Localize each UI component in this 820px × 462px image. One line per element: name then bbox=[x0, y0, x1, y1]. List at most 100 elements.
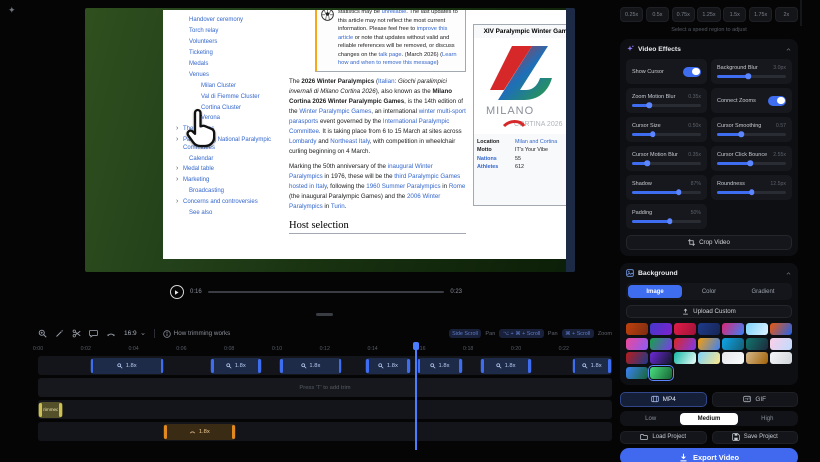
wallpaper-thumbnail[interactable] bbox=[626, 352, 648, 364]
wallpaper-thumbnail[interactable] bbox=[674, 352, 696, 364]
wallpaper-thumbnail[interactable] bbox=[698, 352, 720, 364]
slider-knob[interactable] bbox=[667, 218, 673, 224]
slider-knob[interactable] bbox=[676, 189, 682, 195]
chevron-up-icon[interactable] bbox=[785, 47, 792, 52]
wallpaper-thumbnail[interactable] bbox=[770, 323, 792, 335]
segment-handle-left[interactable] bbox=[211, 358, 214, 373]
zoom-in-icon[interactable] bbox=[38, 329, 47, 338]
wallpaper-thumbnail[interactable] bbox=[746, 352, 768, 364]
toggle-switch[interactable] bbox=[683, 66, 701, 77]
segment-handle-right[interactable] bbox=[608, 358, 611, 373]
zoom-segment[interactable]: 1.8x bbox=[571, 357, 612, 374]
slider-knob[interactable] bbox=[649, 131, 656, 137]
segment-handle-left[interactable] bbox=[164, 424, 167, 439]
speed-option-button[interactable]: 1.25x bbox=[697, 7, 721, 22]
wallpaper-thumbnail[interactable] bbox=[770, 352, 792, 364]
speed-option-button[interactable]: 2x bbox=[774, 7, 798, 22]
wallpaper-thumbnail[interactable] bbox=[626, 337, 648, 350]
slider-knob[interactable] bbox=[646, 102, 652, 108]
effect-slider[interactable] bbox=[632, 131, 701, 137]
video-preview[interactable]: Handover ceremony Torch relay Volunteers Ti… bbox=[85, 8, 575, 272]
segment-handle-left[interactable] bbox=[480, 358, 484, 373]
zoom-region-icon[interactable] bbox=[106, 330, 116, 338]
trim-track[interactable]: Press 'T' to add trim bbox=[38, 378, 612, 397]
speed-option-button[interactable]: 1.75x bbox=[748, 7, 773, 22]
clip-track[interactable]: trimmed bbox=[38, 400, 612, 419]
wallpaper-thumbnail[interactable] bbox=[650, 352, 672, 364]
slider-knob[interactable] bbox=[738, 131, 744, 137]
effect-slider[interactable] bbox=[632, 102, 701, 108]
effect-slider[interactable] bbox=[632, 218, 701, 224]
segment-handle-right[interactable] bbox=[407, 358, 411, 373]
background-tab-image[interactable]: Image bbox=[628, 285, 682, 298]
background-tab-color[interactable]: Color bbox=[682, 285, 736, 298]
format-mp4-button[interactable]: MP4 bbox=[620, 391, 707, 407]
zoom-track[interactable]: 1.8x 1.8x 1.8x 1.8x 1.8x 1.8x 1.8x bbox=[38, 356, 612, 375]
segment-handle-right[interactable] bbox=[528, 358, 531, 373]
speed-segment[interactable]: 1.8x bbox=[163, 423, 237, 440]
segment-handle-left[interactable] bbox=[90, 358, 94, 373]
effect-slider[interactable] bbox=[632, 160, 701, 166]
chevron-up-icon[interactable] bbox=[785, 271, 792, 276]
wallpaper-thumbnail[interactable] bbox=[770, 337, 792, 350]
upload-custom-button[interactable]: Upload Custom bbox=[626, 305, 792, 318]
wallpaper-thumbnail[interactable] bbox=[698, 337, 720, 350]
segment-handle-right[interactable] bbox=[258, 358, 261, 373]
speed-option-button[interactable]: 1.5x bbox=[723, 7, 747, 22]
segment-handle-right[interactable] bbox=[232, 424, 236, 439]
preview-scrollbar[interactable] bbox=[316, 313, 333, 316]
scissors-icon[interactable] bbox=[72, 329, 81, 338]
effect-slider[interactable] bbox=[717, 189, 786, 195]
segment-handle-left[interactable] bbox=[366, 358, 369, 373]
wallpaper-thumbnail[interactable] bbox=[674, 323, 696, 335]
effect-slider[interactable] bbox=[632, 189, 701, 195]
wallpaper-thumbnail[interactable] bbox=[698, 323, 720, 335]
effect-slider[interactable] bbox=[717, 73, 786, 79]
zoom-segment[interactable]: 1.8x bbox=[479, 357, 532, 374]
toggle-switch[interactable] bbox=[768, 95, 786, 106]
segment-handle-left[interactable] bbox=[572, 358, 576, 373]
effect-slider[interactable] bbox=[717, 160, 786, 166]
app-logo-icon[interactable]: ✦ bbox=[8, 5, 16, 16]
segment-handle-left[interactable] bbox=[280, 358, 283, 373]
wallpaper-thumbnail[interactable] bbox=[626, 323, 648, 335]
wand-icon[interactable] bbox=[55, 329, 64, 338]
save-project-button[interactable]: Save Project bbox=[711, 430, 798, 444]
window-scrollbar[interactable] bbox=[800, 0, 802, 26]
segment-handle-left[interactable] bbox=[39, 402, 42, 417]
zoom-segment[interactable]: 1.8x bbox=[365, 357, 412, 374]
wallpaper-thumbnail[interactable] bbox=[722, 352, 744, 364]
effect-slider[interactable] bbox=[717, 131, 786, 137]
video-effects-header[interactable]: Video Effects bbox=[626, 45, 792, 53]
wallpaper-thumbnail[interactable] bbox=[648, 364, 674, 381]
zoom-segment[interactable]: 1.8x bbox=[210, 357, 262, 374]
speed-option-button[interactable]: 0.5x bbox=[645, 7, 670, 22]
zoom-segment[interactable]: 1.8x bbox=[416, 357, 463, 374]
zoom-segment[interactable]: 1.8x bbox=[89, 357, 165, 374]
wallpaper-thumbnail[interactable] bbox=[626, 366, 648, 379]
play-button[interactable] bbox=[170, 285, 184, 299]
quality-option-medium[interactable]: Medium bbox=[679, 412, 739, 425]
background-header[interactable]: Background bbox=[626, 269, 792, 277]
format-gif-button[interactable]: GIF bbox=[711, 391, 798, 407]
segment-handle-right[interactable] bbox=[59, 402, 62, 417]
wallpaper-thumbnail[interactable] bbox=[746, 323, 768, 335]
crop-video-button[interactable]: Crop Video bbox=[626, 235, 792, 250]
export-video-button[interactable]: Export Video bbox=[620, 448, 798, 462]
clip-segment[interactable]: trimmed bbox=[38, 401, 63, 418]
comment-icon[interactable] bbox=[89, 329, 98, 338]
slider-knob[interactable] bbox=[745, 73, 751, 79]
speed-track[interactable]: 1.8x bbox=[38, 422, 612, 441]
aspect-ratio-dropdown[interactable]: 16:9 bbox=[124, 330, 146, 337]
wallpaper-thumbnail[interactable] bbox=[650, 323, 672, 335]
wallpaper-thumbnail[interactable] bbox=[722, 337, 744, 350]
playhead[interactable] bbox=[413, 342, 418, 450]
wallpaper-thumbnail[interactable] bbox=[650, 337, 672, 350]
segment-handle-right[interactable] bbox=[338, 358, 342, 373]
timeline-ruler[interactable]: 0:00 0:02 0:04 0:06 0:08 0:10 0:12 0:14 0:16 0:18… bbox=[33, 346, 612, 354]
speed-option-button[interactable]: 0.25x bbox=[620, 7, 644, 22]
quality-option-low[interactable]: Low bbox=[622, 413, 680, 425]
slider-knob[interactable] bbox=[747, 160, 753, 166]
slider-knob[interactable] bbox=[644, 160, 650, 166]
quality-option-high[interactable]: High bbox=[738, 413, 796, 425]
